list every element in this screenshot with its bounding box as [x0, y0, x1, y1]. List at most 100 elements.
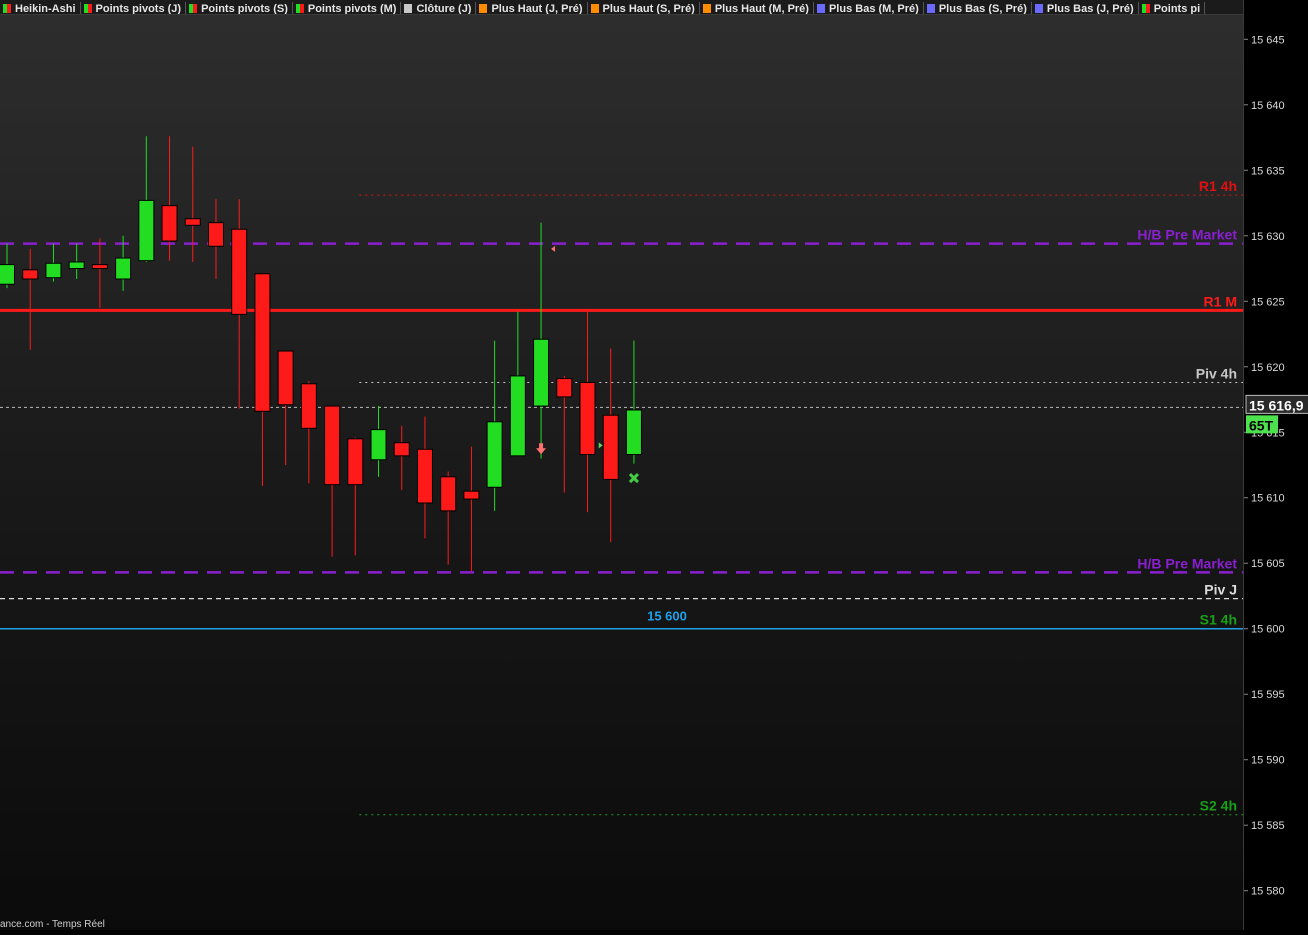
y-axis-tick-label: 15 645	[1251, 34, 1285, 46]
legend-item[interactable]: Heikin-Ashi	[0, 1, 81, 15]
candle-body	[486, 421, 503, 488]
candle-body	[370, 429, 387, 461]
legend-item[interactable]: Points pi	[1139, 1, 1206, 15]
candle-body	[231, 228, 248, 315]
y-axis-tick-label: 15 590	[1251, 755, 1285, 767]
candle	[463, 446, 480, 572]
legend-item[interactable]: Plus Bas (J, Pré)	[1032, 1, 1139, 15]
candle	[324, 405, 341, 557]
last-price-label: 15 616,9	[1249, 397, 1304, 413]
y-axis-tick-label: 15 625	[1251, 296, 1285, 308]
legend-item[interactable]: Points pivots (M)	[293, 1, 402, 14]
legend-item[interactable]: Plus Haut (J, Pré)	[476, 1, 588, 15]
legend-swatch-icon	[702, 4, 711, 13]
legend-swatch-icon	[404, 4, 413, 13]
candle-body	[324, 405, 341, 486]
candle	[231, 199, 248, 409]
candle-body	[602, 414, 619, 480]
indicator-legend-bar: Heikin-Ashi Points pivots (J) Points pivot…	[0, 0, 1243, 15]
candle-body	[579, 381, 596, 456]
candle	[556, 375, 573, 493]
candle	[68, 243, 85, 279]
price-axis[interactable]: 15 580 15 585 15 590 15 595 15 600 15 605 15 6…	[1243, 0, 1308, 930]
candle-body	[68, 261, 85, 270]
legend-label: Points pi	[1153, 2, 1201, 15]
legend-item[interactable]: Points pivots (J)	[81, 1, 187, 14]
cross-icon	[628, 473, 640, 484]
level-label: R1 M	[1204, 293, 1237, 309]
legend-item[interactable]: Plus Haut (S, Pré)	[588, 1, 700, 14]
candle-body	[556, 378, 573, 398]
legend-item[interactable]: Plus Haut (M, Pré)	[700, 1, 814, 14]
candle	[22, 248, 39, 350]
candle-body	[393, 442, 410, 457]
y-axis-tick-label: 15 595	[1251, 689, 1285, 701]
legend-label: Heikin-Ashi	[15, 2, 76, 15]
candle-body	[161, 205, 178, 242]
y-axis-tick-label: 15 600	[1251, 624, 1285, 636]
level-label: Piv J	[1204, 582, 1237, 598]
candle	[602, 348, 619, 543]
candle-body	[0, 264, 15, 285]
candle-body	[300, 383, 317, 429]
candle	[45, 243, 62, 282]
candle	[625, 340, 642, 464]
level-label: H/B Pre Market	[1137, 227, 1237, 243]
candle-body	[463, 490, 480, 500]
candle	[347, 437, 364, 556]
candle	[486, 340, 503, 511]
y-axis-tick-label: 15 605	[1251, 558, 1285, 570]
candle-body	[625, 409, 642, 456]
triangle-left-icon	[551, 245, 556, 252]
legend-label: Plus Bas (J, Pré)	[1046, 2, 1134, 15]
tick-count-label: 65T	[1249, 417, 1274, 433]
y-axis-tick-label: 15 635	[1251, 165, 1285, 177]
level-label: R1 4h	[1199, 178, 1237, 194]
arrow-down-icon	[536, 443, 547, 455]
price-chart[interactable]: R1 4h H/B Pre Market R1 M Piv 4h H/B Pre Mar…	[0, 0, 1243, 930]
candle	[300, 381, 317, 484]
candle	[254, 273, 271, 486]
legend-item[interactable]: Points pivots (S)	[186, 1, 293, 15]
legend-label: Points pivots (S)	[201, 2, 288, 15]
legend-item[interactable]: Plus Bas (S, Pré)	[924, 1, 1032, 14]
candle-body	[416, 448, 433, 504]
candle-body	[277, 350, 294, 406]
candle	[207, 199, 224, 279]
candle	[91, 238, 108, 308]
level-label: H/B Pre Market	[1137, 555, 1237, 571]
candle	[393, 425, 410, 490]
legend-swatch-icon	[3, 4, 11, 13]
candle-body	[533, 338, 550, 407]
y-axis-tick-label: 15 630	[1251, 231, 1285, 243]
legend-swatch-icon	[1141, 4, 1150, 13]
candle-body	[115, 257, 132, 280]
candle	[533, 222, 550, 459]
legend-swatch-icon	[83, 4, 92, 13]
candle	[0, 243, 15, 289]
legend-item[interactable]: Plus Bas (M, Pré)	[814, 1, 924, 14]
legend-swatch-icon	[926, 4, 935, 13]
candle	[370, 406, 387, 477]
y-axis-tick-label: 15 620	[1251, 362, 1285, 374]
candle-body	[254, 273, 271, 412]
legend-label: Plus Haut (J, Pré)	[491, 2, 583, 15]
y-axis-tick-label: 15 640	[1251, 100, 1285, 112]
candle-body	[440, 476, 457, 512]
candle-body	[184, 218, 201, 226]
chart-plot-area[interactable]: R1 4h H/B Pre Market R1 M Piv 4h H/B Pre Mar…	[0, 0, 1243, 930]
level-label: S1 4h	[1200, 612, 1237, 628]
candle	[138, 136, 155, 262]
candle-body	[347, 438, 364, 486]
candle	[416, 416, 433, 539]
legend-item[interactable]: Clôture (J)	[401, 1, 477, 15]
y-axis-tick-label: 15 610	[1251, 493, 1285, 505]
legend-swatch-icon	[295, 4, 304, 13]
y-axis-tick-label: 15 580	[1251, 886, 1285, 898]
horizontal-line-label: 15 600	[647, 609, 687, 624]
legend-swatch-icon	[590, 4, 599, 13]
legend-label: Clôture (J)	[416, 2, 472, 15]
triangle-right-icon	[598, 442, 603, 449]
candle-body	[45, 262, 62, 279]
candle	[440, 471, 457, 565]
